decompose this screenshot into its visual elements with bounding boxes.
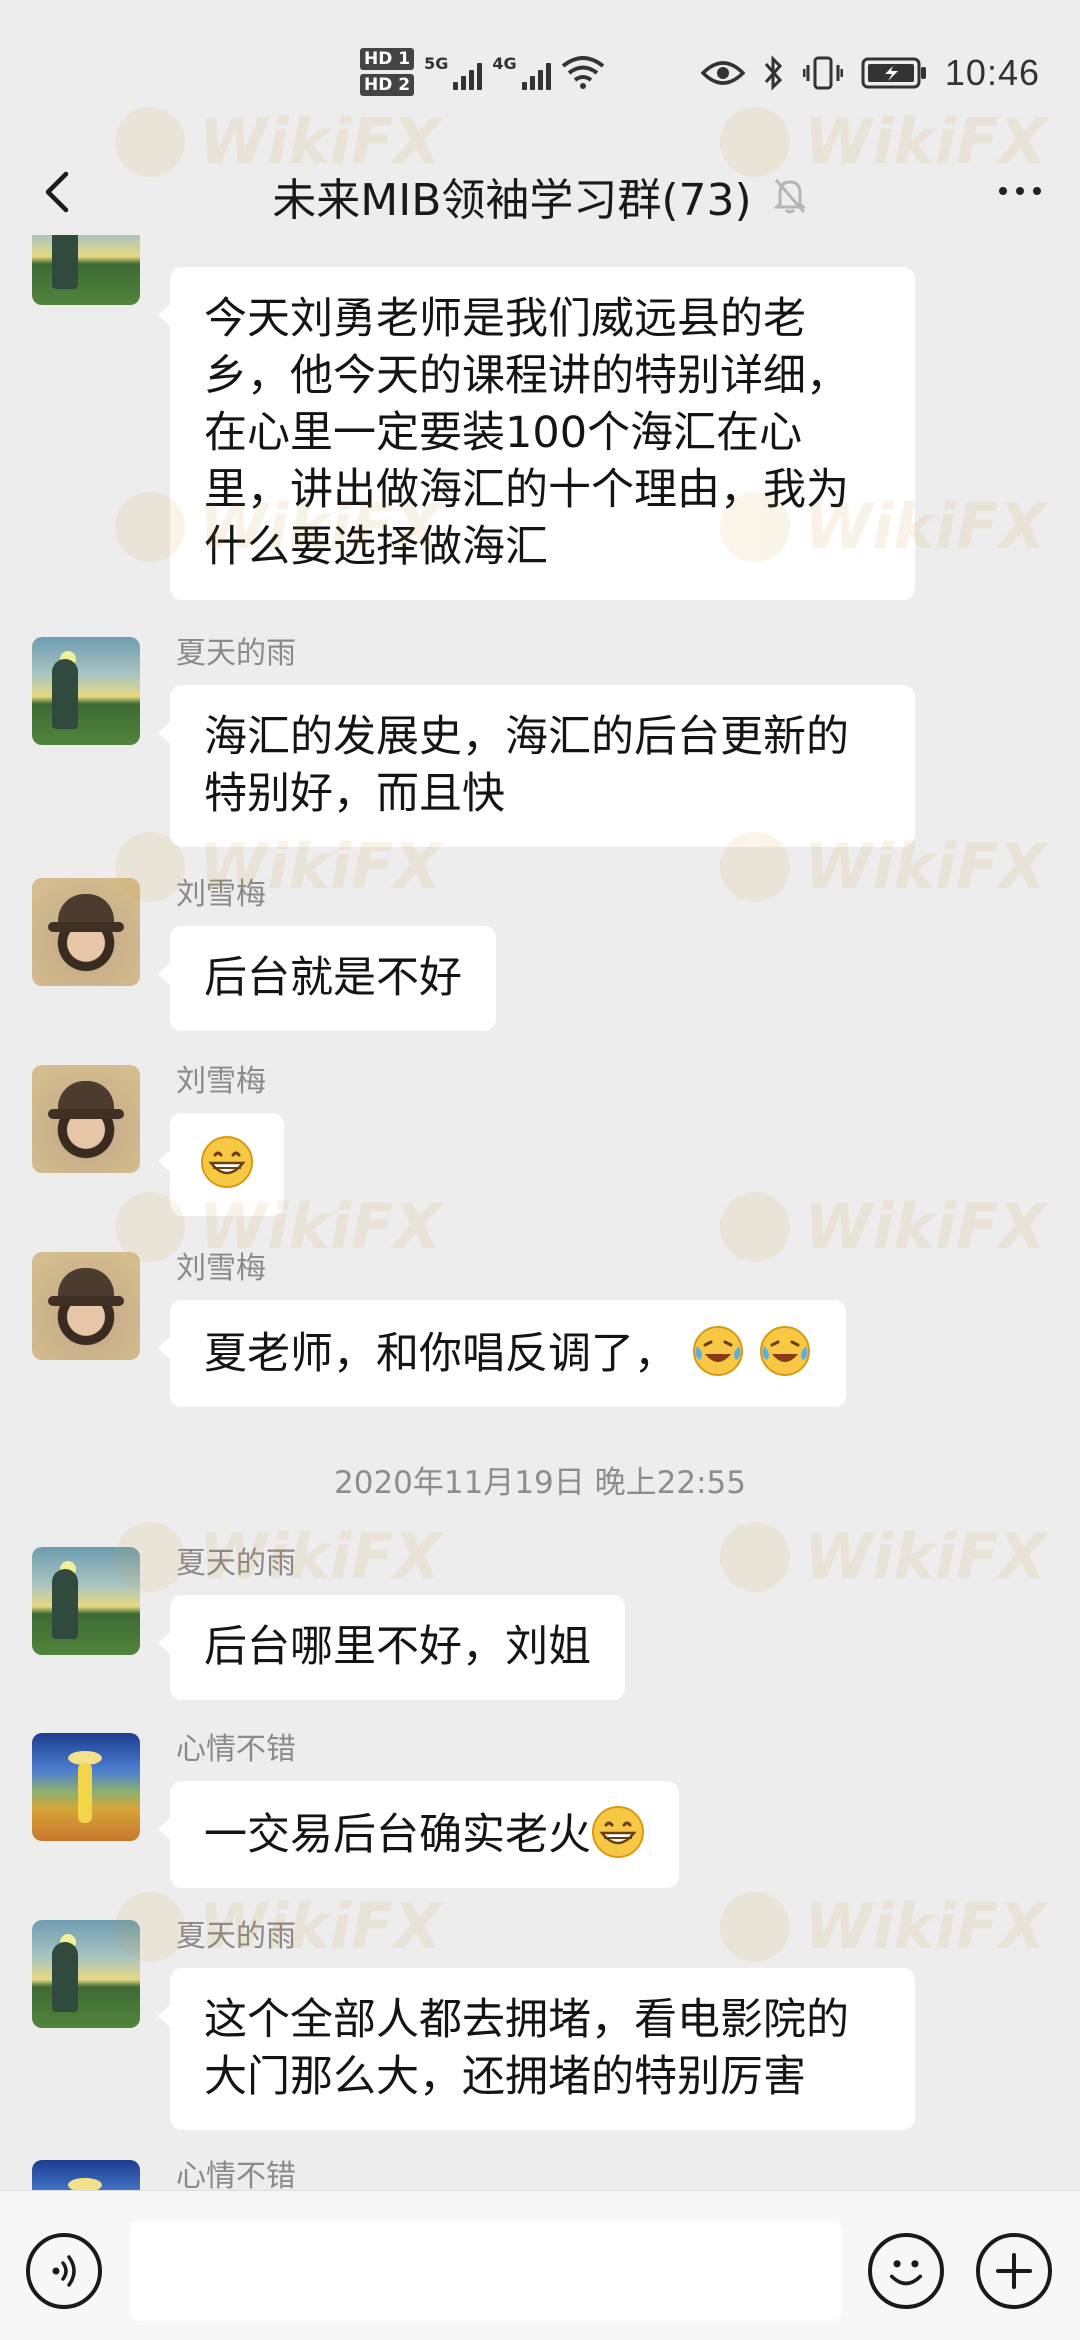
mute-bell-icon bbox=[773, 179, 807, 214]
avatar[interactable] bbox=[32, 878, 140, 986]
chat-timestamp: 2020年11月19日 晚上22:55 bbox=[334, 1465, 746, 1501]
laughing-tears-emoji-icon bbox=[760, 1326, 811, 1376]
sender-name: 刘雪梅 bbox=[176, 1064, 266, 1099]
message-bubble[interactable] bbox=[158, 1113, 284, 1216]
hd2-badge: HD 2 bbox=[360, 74, 415, 96]
laughing-tears-emoji-icon bbox=[692, 1326, 743, 1376]
message-bubble[interactable]: 后台就是不好 bbox=[158, 926, 496, 1031]
sender-name: 心情不错 bbox=[176, 2159, 296, 2190]
emoji-icon[interactable] bbox=[868, 2233, 944, 2309]
more-options-icon[interactable] bbox=[990, 166, 1050, 216]
battery-icon bbox=[861, 57, 926, 89]
chat-message-list[interactable]: 今天刘勇老师是我们威远县的老乡，他今天的课程讲的特别详细，在心里一定要装100个… bbox=[0, 235, 1080, 2190]
sender-name: 刘雪梅 bbox=[176, 877, 266, 912]
vibrate-icon bbox=[802, 56, 843, 90]
wifi-icon bbox=[561, 56, 604, 89]
avatar[interactable] bbox=[32, 1920, 140, 2028]
network-indicators: HD 1 HD 2 5G 4G bbox=[360, 48, 605, 96]
grinning-emoji-icon bbox=[592, 1806, 644, 1858]
status-bar: HD 1 HD 2 5G 4G 10:46 bbox=[0, 0, 1080, 150]
avatar[interactable] bbox=[32, 2160, 140, 2190]
message-bubble[interactable]: 海汇的发展史，海汇的后台更新的特别好，而且快 bbox=[158, 685, 915, 847]
avatar[interactable] bbox=[32, 235, 140, 305]
avatar[interactable] bbox=[32, 1547, 140, 1655]
sender-name: 心情不错 bbox=[176, 1732, 296, 1767]
sender-name: 刘雪梅 bbox=[176, 1251, 266, 1286]
eye-icon bbox=[700, 61, 745, 85]
plus-icon[interactable] bbox=[976, 2233, 1052, 2309]
clock: 10:46 bbox=[944, 52, 1040, 93]
sender-name: 夏天的雨 bbox=[176, 636, 296, 671]
message-bubble[interactable]: 一交易后台确实老火 bbox=[158, 1781, 679, 1888]
chat-title: 未来MIB领袖学习群(73) bbox=[272, 175, 752, 226]
message-input[interactable] bbox=[130, 2221, 842, 2321]
avatar[interactable] bbox=[32, 637, 140, 745]
avatar[interactable] bbox=[32, 1252, 140, 1360]
message-input-bar bbox=[0, 2190, 1080, 2340]
message-bubble[interactable]: 后台哪里不好，刘姐 bbox=[158, 1595, 625, 1700]
sender-name: 夏天的雨 bbox=[176, 1546, 296, 1581]
message-bubble[interactable]: 这个全部人都去拥堵，看电影院的大门那么大，还拥堵的特别厉害 bbox=[158, 1968, 915, 2130]
grinning-emoji-icon bbox=[201, 1136, 253, 1188]
hd1-badge: HD 1 bbox=[360, 48, 415, 70]
sender-name: 夏天的雨 bbox=[176, 1919, 296, 1954]
bluetooth-icon bbox=[764, 55, 782, 91]
voice-icon[interactable] bbox=[26, 2233, 102, 2309]
avatar[interactable] bbox=[32, 1733, 140, 1841]
sim2-signal-icon: 4G bbox=[492, 54, 551, 90]
sim1-signal-icon: 5G bbox=[424, 54, 483, 90]
avatar[interactable] bbox=[32, 1065, 140, 1173]
title-bar: 未来MIB领袖学习群(73) bbox=[0, 150, 1080, 235]
message-bubble[interactable]: 今天刘勇老师是我们威远县的老乡，他今天的课程讲的特别详细，在心里一定要装100个… bbox=[158, 267, 915, 600]
message-bubble[interactable]: 夏老师，和你唱反调了， bbox=[157, 1300, 847, 1407]
